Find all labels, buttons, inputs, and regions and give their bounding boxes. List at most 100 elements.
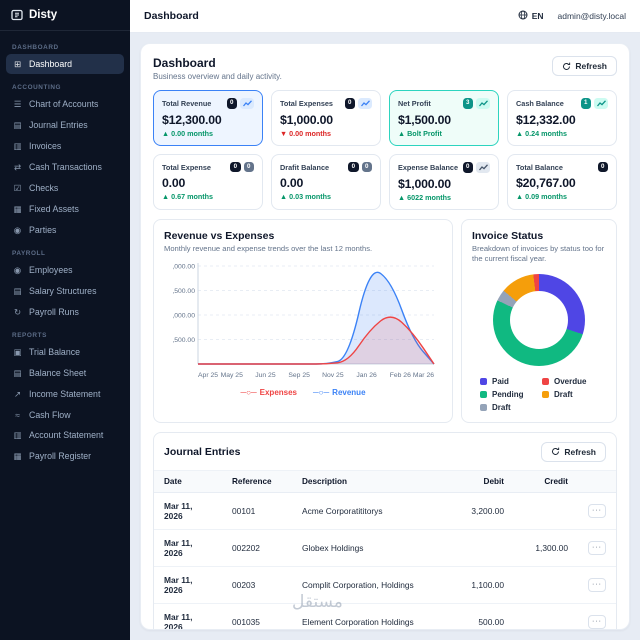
stat-amount: 0.00	[280, 176, 304, 191]
cell-date: Mar 11, 2026	[154, 603, 222, 629]
sidebar-item-fixed-assets[interactable]: ▦ Fixed Assets	[6, 199, 124, 219]
sidebar-item-label: Dashboard	[29, 59, 73, 69]
col-date: Date	[154, 469, 222, 493]
legend-label: Draft	[492, 402, 511, 412]
cell-actions: ···	[578, 492, 616, 530]
legend-item-revenue: ─○─ Revenue	[313, 388, 366, 397]
col-description: Description	[292, 469, 450, 493]
stat-card-total-revenue: Total Revenue 0 $12,300.00 ▲ 0.00 months	[153, 90, 263, 146]
app-root: Disty DASHBOARD ⊞ Dashboard ACCOUNTING ☰ Char…	[0, 0, 640, 640]
sidebar-item-account-statement[interactable]: ▥ Account Statement	[6, 425, 124, 445]
legend-label: Pending	[492, 389, 524, 399]
cell-description: Complit Corporation, Holdings	[292, 566, 450, 604]
sidebar-item-employees[interactable]: ◉ Employees	[6, 260, 124, 280]
stat-trend: ▲ 6022 months	[398, 193, 452, 202]
scale-icon	[476, 98, 490, 109]
donut-chart	[493, 273, 585, 366]
stat-trend: ▲ 0.00 months	[162, 129, 214, 138]
sidebar-item-trial-balance[interactable]: ▣ Trial Balance	[6, 342, 124, 362]
line-chart-icon	[358, 98, 372, 109]
sidebar-item-invoices[interactable]: ▥ Invoices	[6, 136, 124, 156]
stat-trend: ▼ 0.00 months	[280, 129, 332, 138]
app-logo[interactable]: Disty	[0, 0, 130, 31]
sidebar-item-balance-sheet[interactable]: ▤ Balance Sheet	[6, 363, 124, 383]
cell-debit: 1,100.00	[450, 566, 514, 604]
col-reference: Reference	[222, 469, 292, 493]
cell-date: Mar 11, 2026	[154, 492, 222, 530]
svg-text:May 25: May 25	[221, 372, 244, 379]
row-actions-button[interactable]: ···	[588, 503, 606, 518]
parties-icon: ◉	[13, 224, 22, 235]
legend-swatch	[480, 390, 487, 398]
stat-badges: 00	[348, 162, 372, 173]
charts-row: Revenue vs Expenses Monthly revenue and …	[153, 219, 617, 423]
journal-header: Journal Entries Refresh	[154, 433, 616, 470]
stat-trend: ▲ 0.24 months	[516, 129, 568, 138]
sidebar-item-checks[interactable]: ☑ Checks	[6, 178, 124, 198]
payroll-runs-icon: ↻	[13, 306, 22, 317]
sidebar-item-chart-of-accounts[interactable]: ☰ Chart of Accounts	[6, 94, 124, 114]
sidebar-item-cash-flow[interactable]: ≈ Cash Flow	[6, 405, 124, 424]
legend-item-overdue: Overdue	[542, 377, 598, 386]
page-subtitle: Business overview and daily activity.	[153, 72, 282, 81]
language-switcher[interactable]: EN	[518, 10, 544, 22]
account-statement-icon: ▥	[13, 429, 22, 440]
income-statement-icon: ↗	[13, 388, 22, 399]
stat-amount: $12,300.00	[162, 113, 222, 127]
col-debit: Debit	[450, 469, 514, 493]
sidebar-item-label: Checks	[29, 183, 59, 193]
stat-badges: 0	[344, 98, 372, 109]
legend-swatch	[542, 377, 549, 385]
chart-subtitle: Breakdown of invoices by status too for …	[472, 244, 605, 264]
line-chart-legend: ─○─ Expenses ─○─ Revenue	[164, 388, 442, 397]
sidebar-item-label: Account Statement	[29, 430, 104, 440]
dashboard-icon: ⊞	[13, 58, 22, 69]
stat-label: Expense Balance	[398, 163, 459, 172]
sidebar-item-income-statement[interactable]: ↗ Income Statement	[6, 384, 124, 404]
sidebar-item-dashboard[interactable]: ⊞ Dashboard	[6, 54, 124, 74]
employees-icon: ◉	[13, 264, 22, 275]
table-row: Mar 11, 2026 001035 Element Corporation Ho…	[154, 603, 616, 629]
stat-card-total-expense: Total Expense 0 0 0.00 ▲ 0.67 months	[153, 154, 263, 210]
row-actions-button[interactable]: ···	[588, 540, 606, 555]
cash-flow-icon: ≈	[15, 409, 20, 420]
cell-reference: 00101	[222, 492, 292, 530]
col-actions	[578, 469, 616, 493]
stat-card-cash-balance: Cash Balance 1 $12,332.00 ▲ 0.24 months	[507, 90, 617, 146]
main-area: Dashboard EN admin@disty.local Dashboard…	[130, 0, 640, 640]
stat-label: Total Revenue	[162, 99, 212, 108]
stat-trend: ▲ Bolt Profit	[398, 129, 442, 138]
dashboard-panel: Dashboard Business overview and daily ac…	[140, 43, 630, 630]
sidebar-item-payroll-register[interactable]: ▦ Payroll Register	[6, 446, 124, 466]
row-actions-button[interactable]: ···	[588, 577, 606, 592]
legend-item-draft: Draft	[542, 390, 598, 399]
refresh-label: Refresh	[564, 446, 596, 457]
sidebar-item-label: Chart of Accounts	[29, 99, 99, 109]
legend-label: Draft	[554, 389, 573, 399]
refresh-icon	[551, 447, 560, 456]
sidebar-item-journal-entries[interactable]: ▤ Journal Entries	[6, 115, 124, 135]
sidebar-item-label: Employees	[29, 265, 73, 275]
sidebar-item-salary-structures[interactable]: ▤ Salary Structures	[6, 281, 124, 301]
cell-credit	[514, 566, 578, 604]
sidebar-section-label-reports: REPORTS	[12, 332, 47, 339]
invoices-icon: ▥	[13, 140, 22, 151]
checks-icon: ☑	[13, 182, 22, 193]
sidebar-item-label: Fixed Assets	[29, 204, 79, 214]
sidebar-item-parties[interactable]: ◉ Parties	[6, 220, 124, 240]
payroll-register-icon: ▦	[13, 450, 22, 461]
refresh-button[interactable]: Refresh	[552, 56, 617, 76]
sidebar-item-cash-transactions[interactable]: ⇄ Cash Transactions	[6, 157, 124, 177]
sidebar-item-payroll-runs[interactable]: ↻ Payroll Runs	[6, 302, 124, 322]
sidebar-item-label: Balance Sheet	[29, 368, 87, 378]
row-actions-button[interactable]: ···	[588, 614, 606, 629]
topbar: Dashboard EN admin@disty.local	[130, 0, 640, 33]
stat-card-net-profit: Net Profit 3 $1,500.00 ▲ Bolt Profit	[389, 90, 499, 146]
user-email[interactable]: admin@disty.local	[558, 11, 626, 21]
journal-refresh-button[interactable]: Refresh	[541, 441, 606, 462]
sidebar: Disty DASHBOARD ⊞ Dashboard ACCOUNTING ☰ Char…	[0, 0, 130, 640]
journal-table: Date Reference Description Debit Credit Mar …	[154, 469, 616, 629]
topbar-right: EN admin@disty.local	[518, 10, 626, 22]
cell-debit	[450, 529, 514, 567]
sidebar-item-label: Income Statement	[29, 389, 101, 399]
